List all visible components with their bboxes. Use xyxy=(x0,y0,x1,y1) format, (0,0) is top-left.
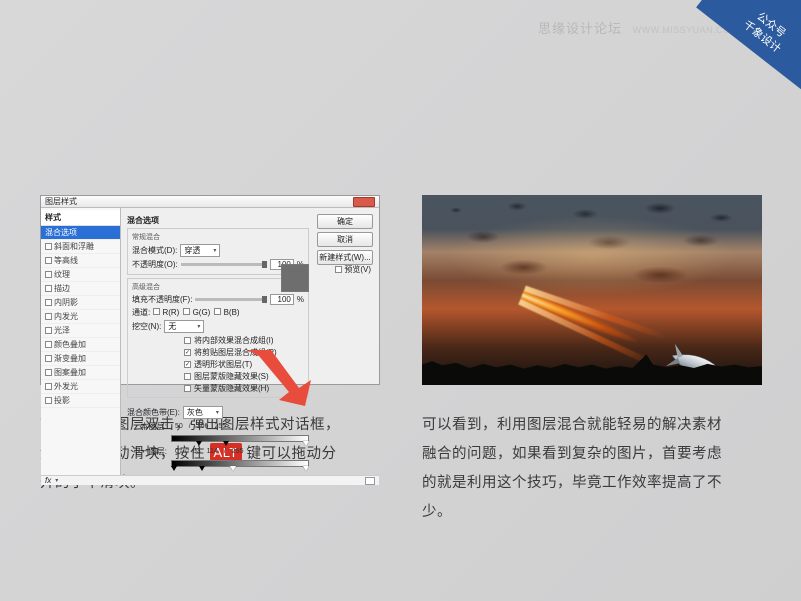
watermark: 思缘设计论坛 WWW.MISSYUAN.COM xyxy=(538,18,739,37)
fill-value[interactable]: 100 xyxy=(270,294,294,305)
checkbox-icon xyxy=(184,337,191,344)
section-advanced: 高级混合 xyxy=(132,282,304,292)
dialog-titlebar: 图层样式 xyxy=(41,196,379,208)
sidebar-item[interactable]: 颜色叠加 xyxy=(41,338,120,352)
sidebar-item[interactable]: 斜面和浮雕 xyxy=(41,240,120,254)
blend-mode-select[interactable]: 穿透 ▾ xyxy=(180,244,220,257)
preview-label: 预览(V) xyxy=(344,264,371,275)
chevron-down-icon[interactable]: ▾ xyxy=(55,477,58,484)
sidebar-item[interactable]: 等高线 xyxy=(41,254,120,268)
ok-button[interactable]: 确定 xyxy=(317,214,373,229)
checkbox-icon xyxy=(183,308,190,315)
adv-check[interactable]: 将剪贴图层混合成组(P) xyxy=(184,347,304,358)
knockout-label: 挖空(N): xyxy=(132,321,161,332)
checkbox-icon xyxy=(184,373,191,380)
channel-checkbox[interactable]: R(R) xyxy=(153,308,179,317)
checkbox-icon xyxy=(45,397,52,404)
watermark-site: 思缘设计论坛 xyxy=(538,21,622,36)
blendif-select[interactable]: 灰色 ▾ xyxy=(183,406,223,419)
adv-check[interactable]: 将内部效果混合成组(I) xyxy=(184,335,304,346)
knockout-select[interactable]: 无 ▾ xyxy=(164,320,204,333)
adv-check[interactable]: 图层蒙版隐藏效果(S) xyxy=(184,371,304,382)
sidebar-item[interactable]: 描边 xyxy=(41,282,120,296)
channels-label: 通道: xyxy=(132,307,150,318)
trash-icon[interactable] xyxy=(365,477,375,485)
blend-mode-value: 穿透 xyxy=(184,245,200,256)
sidebar-item[interactable]: 光泽 xyxy=(41,324,120,338)
chevron-down-icon: ▾ xyxy=(213,247,216,254)
sidebar-item[interactable]: 渐变叠加 xyxy=(41,352,120,366)
fill-label: 填充不透明度(F): xyxy=(132,294,192,305)
sidebar-item[interactable]: 内阴影 xyxy=(41,296,120,310)
preview-swatch xyxy=(281,264,309,292)
layer-style-dialog: 图层样式 样式 混合选项斜面和浮雕等高线纹理描边内阴影内发光光泽颜色叠加渐变叠加… xyxy=(40,195,380,385)
fx-icon: fx xyxy=(45,476,51,485)
this-layer-label: 本图层: xyxy=(127,421,167,432)
checkbox-icon xyxy=(45,271,52,278)
sidebar-item[interactable]: 外发光 xyxy=(41,380,120,394)
checkbox-icon xyxy=(45,355,52,362)
under-layer-label: 下一图层: xyxy=(127,446,167,457)
checkbox-icon xyxy=(45,341,52,348)
channel-checkbox[interactable]: G(G) xyxy=(183,308,210,317)
checkbox-icon xyxy=(184,361,191,368)
sidebar-item[interactable]: 内发光 xyxy=(41,310,120,324)
checkbox-icon xyxy=(184,385,191,392)
sidebar-item[interactable]: 投影 xyxy=(41,394,120,408)
sidebar-item[interactable]: 混合选项 xyxy=(41,226,120,240)
result-image xyxy=(422,195,762,385)
dialog-body: 样式 混合选项斜面和浮雕等高线纹理描边内阴影内发光光泽颜色叠加渐变叠加图案叠加外… xyxy=(41,208,379,475)
dialog-buttons: 确定 取消 新建样式(W)... xyxy=(317,214,373,268)
checkbox-icon xyxy=(45,327,52,334)
blendif-label: 混合颜色带(E): xyxy=(127,407,180,418)
section-general: 常规混合 xyxy=(132,232,304,242)
checkbox-icon xyxy=(45,285,52,292)
styles-sidebar: 样式 混合选项斜面和浮雕等高线纹理描边内阴影内发光光泽颜色叠加渐变叠加图案叠加外… xyxy=(41,208,121,475)
sidebar-item[interactable]: 图案叠加 xyxy=(41,366,120,380)
chevron-down-icon: ▾ xyxy=(197,323,200,330)
adv-check[interactable]: 透明形状图层(T) xyxy=(184,359,304,370)
this-layer-slider[interactable] xyxy=(171,434,309,444)
checkbox-icon xyxy=(45,383,52,390)
under-layer-slider[interactable] xyxy=(171,459,309,469)
blend-mode-label: 混合模式(D): xyxy=(132,245,177,256)
right-column: 可以看到，利用图层混合就能轻易的解决素材 融合的问题，如果看到复杂的图片，首要考… xyxy=(422,195,762,527)
channel-checkbox[interactable]: B(B) xyxy=(214,308,239,317)
adv-check[interactable]: 矢量蒙版隐藏效果(H) xyxy=(184,383,304,394)
fill-slider[interactable] xyxy=(195,298,266,301)
new-style-button[interactable]: 新建样式(W)... xyxy=(317,250,373,265)
content-row: 图层样式 样式 混合选项斜面和浮雕等高线纹理描边内阴影内发光光泽颜色叠加渐变叠加… xyxy=(0,195,801,527)
checkbox-icon xyxy=(45,313,52,320)
sidebar-item[interactable]: 纹理 xyxy=(41,268,120,282)
opacity-label: 不透明度(O): xyxy=(132,259,178,270)
checkbox-icon xyxy=(214,308,221,315)
checkbox-icon xyxy=(45,257,52,264)
preview-checkbox[interactable]: 预览(V) xyxy=(335,264,371,275)
checkbox-icon xyxy=(153,308,160,315)
chevron-down-icon: ▾ xyxy=(216,409,219,416)
dialog-title: 图层样式 xyxy=(45,196,77,207)
left-column: 图层样式 样式 混合选项斜面和浮雕等高线纹理描边内阴影内发光光泽颜色叠加渐变叠加… xyxy=(40,195,380,527)
checkbox-icon xyxy=(45,369,52,376)
cancel-button[interactable]: 取消 xyxy=(317,232,373,247)
checkbox-icon xyxy=(45,243,52,250)
checkbox-icon xyxy=(45,299,52,306)
dialog-main: 确定 取消 新建样式(W)... 预览(V) 混合选项 常规混合 混合模式(D)… xyxy=(121,208,379,475)
corner-ribbon: 公众号 千象设计 xyxy=(696,0,801,94)
opacity-slider[interactable] xyxy=(181,263,267,266)
right-caption: 可以看到，利用图层混合就能轻易的解决素材 融合的问题，如果看到复杂的图片，首要考… xyxy=(422,411,762,527)
dialog-footer: fx ▾ xyxy=(41,475,379,485)
checkbox-icon xyxy=(335,266,342,273)
close-icon[interactable] xyxy=(353,197,375,207)
sidebar-title: 样式 xyxy=(41,210,120,226)
checkbox-icon xyxy=(184,349,191,356)
